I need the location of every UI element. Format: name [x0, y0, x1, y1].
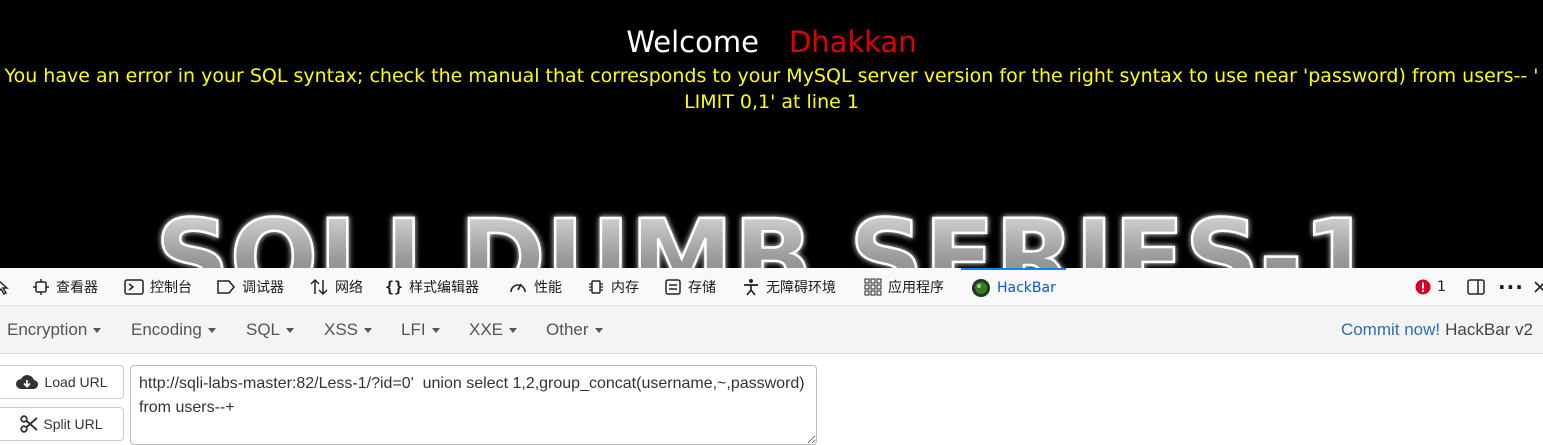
- menu-label: XXE: [469, 319, 504, 339]
- hackbar-toolbar: Encryption Encoding SQL XSS LFI XXE Othe…: [0, 306, 1543, 354]
- menu-label: LFI: [401, 319, 426, 339]
- chevron-down-icon: [431, 328, 440, 333]
- tab-label: 内存: [611, 279, 639, 296]
- split-url-label: Split URL: [43, 416, 103, 432]
- url-textarea[interactable]: http://sqli-labs-master:82/Less-1/?id=0'…: [130, 365, 817, 445]
- tab-console[interactable]: 控制台: [124, 268, 192, 305]
- sql-error-message: You have an error in your SQL syntax; ch…: [4, 65, 1539, 113]
- welcome-line: Welcome Dhakkan: [0, 24, 1543, 60]
- devtools-toolbar: 查看器 控制台 调试器 网络 {} 样式编辑器 性能 内存 存储 无障碍环境 应…: [0, 268, 1543, 306]
- tab-label: 查看器: [56, 279, 98, 296]
- commit-area: Commit now! HackBar v2: [1341, 306, 1533, 353]
- load-url-label: Load URL: [44, 374, 108, 390]
- welcome-text: Welcome: [626, 25, 759, 59]
- style-editor-icon: {}: [385, 277, 404, 296]
- network-icon: [310, 278, 328, 295]
- close-icon[interactable]: [1534, 268, 1543, 305]
- tab-label: 控制台: [150, 279, 192, 296]
- tab-label: 样式编辑器: [409, 279, 480, 296]
- error-count-badge[interactable]: 1: [1415, 268, 1446, 305]
- commit-now-link[interactable]: Commit now!: [1341, 320, 1440, 340]
- banner-text: SQLI DUMB SERIES-1: [155, 197, 1375, 268]
- tab-label: HackBar: [997, 279, 1056, 296]
- performance-icon: [510, 283, 526, 292]
- menu-label: Encoding: [131, 319, 202, 339]
- tab-storage[interactable]: 存储: [664, 268, 716, 305]
- scissors-icon: [20, 415, 39, 433]
- tab-network[interactable]: 网络: [309, 268, 363, 305]
- menu-encryption[interactable]: Encryption: [7, 306, 102, 353]
- tab-performance[interactable]: 性能: [508, 268, 562, 305]
- tab-debugger[interactable]: 调试器: [216, 268, 284, 305]
- split-url-button[interactable]: Split URL: [0, 407, 124, 441]
- menu-sql[interactable]: SQL: [246, 306, 295, 353]
- element-picker-icon[interactable]: [0, 268, 10, 305]
- menu-xxe[interactable]: XXE: [469, 306, 518, 353]
- menu-label: XSS: [324, 319, 359, 339]
- menu-label: Encryption: [7, 319, 88, 339]
- console-icon: [124, 278, 144, 295]
- tab-accessibility[interactable]: 无障碍环境: [742, 268, 836, 305]
- load-url-button[interactable]: Load URL: [0, 365, 124, 399]
- menu-xss[interactable]: XSS: [324, 306, 373, 353]
- more-options-icon[interactable]: ···: [1498, 268, 1524, 305]
- tab-label: 性能: [534, 279, 562, 296]
- sqli-dumb-series-banner: SQLI DUMB SERIES-1: [154, 196, 1377, 268]
- chevron-down-icon: [93, 328, 102, 333]
- tab-label: 应用程序: [888, 279, 944, 296]
- inspector-icon: [33, 278, 49, 295]
- tab-label: 网络: [335, 279, 363, 296]
- tab-hackbar[interactable]: HackBar: [961, 268, 1066, 305]
- tab-label: 无障碍环境: [766, 279, 836, 296]
- tab-memory[interactable]: 内存: [587, 268, 639, 305]
- username-text: Dhakkan: [788, 25, 917, 59]
- menu-encoding[interactable]: Encoding: [131, 306, 216, 353]
- menu-label: Other: [546, 319, 589, 339]
- debugger-icon: [217, 279, 235, 294]
- storage-icon: [665, 278, 681, 295]
- menu-label: SQL: [246, 319, 281, 339]
- cloud-download-icon: [16, 375, 39, 390]
- tab-inspector[interactable]: 查看器: [32, 268, 98, 305]
- hackbar-body: Load URL Split URL http://sqli-labs-mast…: [0, 354, 1543, 445]
- tab-application[interactable]: 应用程序: [864, 268, 944, 305]
- tab-label: 调试器: [242, 279, 284, 296]
- dock-side-button[interactable]: [1466, 268, 1486, 305]
- memory-icon: [589, 279, 603, 294]
- hackbar-icon: [972, 278, 990, 297]
- menu-other[interactable]: Other: [546, 306, 603, 353]
- chevron-down-icon: [364, 328, 373, 333]
- error-icon: [1415, 279, 1431, 294]
- application-icon: [864, 278, 882, 295]
- chevron-down-icon: [509, 328, 518, 333]
- page-viewport: Welcome Dhakkan You have an error in your…: [0, 0, 1543, 268]
- menu-lfi[interactable]: LFI: [401, 306, 440, 353]
- chevron-down-icon: [594, 328, 603, 333]
- tab-style-editor[interactable]: {} 样式编辑器: [385, 268, 479, 305]
- dock-side-icon: [1467, 278, 1485, 295]
- chevron-down-icon: [207, 328, 216, 333]
- tab-label: 存储: [688, 279, 716, 296]
- accessibility-icon: [744, 278, 758, 296]
- chevron-down-icon: [286, 328, 295, 333]
- error-count: 1: [1437, 278, 1446, 295]
- hackbar-version-label: HackBar v2: [1445, 319, 1533, 339]
